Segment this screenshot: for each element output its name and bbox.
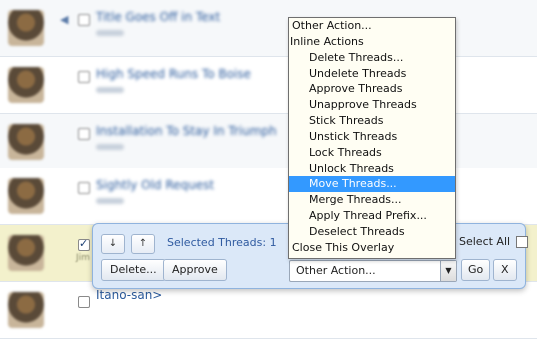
menu-group-inline-actions: Inline Actions <box>290 34 364 48</box>
thread-checkbox[interactable] <box>78 14 90 26</box>
menu-option-unstick-threads[interactable]: Unstick Threads <box>289 129 455 145</box>
select-all-label: Select All <box>459 235 511 248</box>
thread-title[interactable]: Sightly Old Request <box>96 178 214 192</box>
thread-checkbox[interactable] <box>78 182 90 194</box>
thread-meta <box>96 87 124 93</box>
thread-checkbox[interactable] <box>78 296 90 308</box>
thread-meta <box>96 30 124 36</box>
arrow-icon: ◀ <box>60 13 69 26</box>
menu-option-approve-threads[interactable]: Approve Threads <box>289 81 455 97</box>
avatar <box>8 67 44 103</box>
menu-option-other-action[interactable]: Other Action... <box>289 18 455 34</box>
menu-option-delete-threads[interactable]: Delete Threads... <box>289 50 455 66</box>
avatar <box>8 235 44 271</box>
approve-button[interactable]: Approve <box>163 259 227 281</box>
action-dropdown-menu[interactable]: Other Action... Inline Actions Delete Th… <box>288 17 456 259</box>
delete-button[interactable]: Delete... <box>101 259 166 281</box>
thread-meta <box>96 144 124 150</box>
menu-option-deselect-threads[interactable]: Deselect Threads <box>289 224 455 240</box>
previous-selected-button[interactable]: ↓ <box>101 234 125 254</box>
select-all[interactable]: Select All <box>459 235 528 248</box>
menu-option-lock-threads[interactable]: Lock Threads <box>289 145 455 161</box>
thread-checkbox[interactable] <box>78 71 90 83</box>
menu-option-unapprove-threads[interactable]: Unapprove Threads <box>289 97 455 113</box>
thread-title[interactable]: Title Goes Off in Text <box>96 10 220 24</box>
avatar <box>8 178 44 214</box>
thread-meta <box>96 198 124 204</box>
thread-row[interactable]: Itano-san> <box>0 282 537 339</box>
action-select-value: Other Action... <box>296 264 376 277</box>
menu-option-stick-threads[interactable]: Stick Threads <box>289 113 455 129</box>
go-button[interactable]: Go <box>461 259 491 281</box>
avatar <box>8 124 44 160</box>
thread-row[interactable]: Sightly Old Request <box>0 168 537 225</box>
menu-option-move-threads[interactable]: Move Threads... <box>289 176 455 193</box>
next-selected-button[interactable]: ↑ <box>131 234 155 254</box>
thread-author[interactable]: Jim <box>76 253 90 263</box>
selected-threads-count: Selected Threads: 1 <box>167 236 277 249</box>
thread-row[interactable]: Installation To Stay In Triumph <box>0 114 537 171</box>
menu-option-unlock-threads[interactable]: Unlock Threads <box>289 161 455 177</box>
close-overlay-button[interactable]: X <box>493 259 517 281</box>
thread-title[interactable]: High Speed Runs To Boise <box>96 67 251 81</box>
select-all-checkbox[interactable] <box>515 236 528 248</box>
menu-option-close-overlay[interactable]: Close This Overlay <box>289 240 455 256</box>
avatar <box>8 292 44 328</box>
thread-row[interactable]: ◀ Title Goes Off in Text <box>0 0 537 57</box>
avatar <box>8 10 44 46</box>
menu-option-undelete-threads[interactable]: Undelete Threads <box>289 66 455 82</box>
thread-row[interactable]: High Speed Runs To Boise <box>0 57 537 114</box>
thread-checkbox[interactable] <box>78 237 90 251</box>
menu-option-apply-thread-prefix[interactable]: Apply Thread Prefix... <box>289 208 455 224</box>
menu-option-merge-threads[interactable]: Merge Threads... <box>289 192 455 208</box>
thread-title[interactable]: Installation To Stay In Triumph <box>96 124 277 138</box>
action-select[interactable]: Other Action... ▼ <box>289 260 457 282</box>
chevron-down-icon[interactable]: ▼ <box>440 261 456 281</box>
thread-checkbox[interactable] <box>78 128 90 140</box>
